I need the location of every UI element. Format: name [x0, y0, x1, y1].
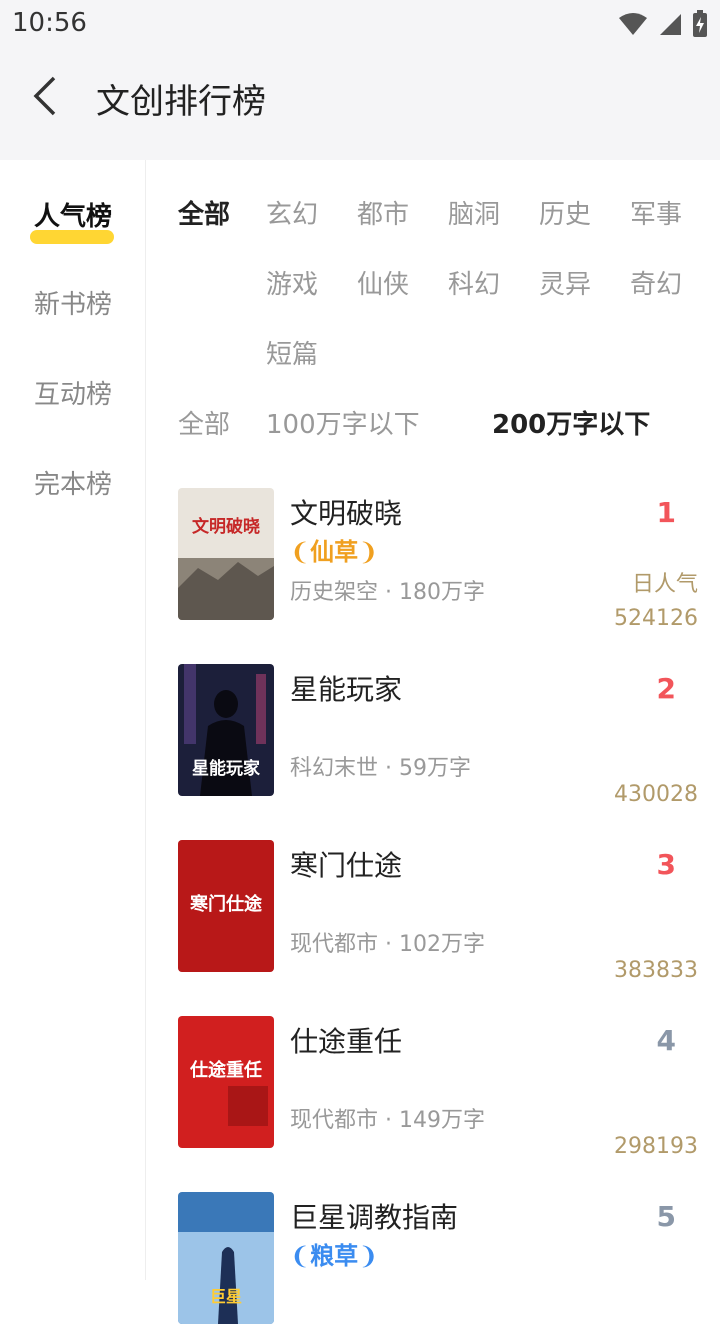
sidebar-item-label: 完本榜 [33, 470, 112, 500]
book-cover: 星能玩家 [178, 664, 274, 796]
laurel-icon: ❩ [358, 1242, 379, 1270]
cover-title: 寒门仕途 [189, 893, 263, 915]
cover-title: 星能玩家 [192, 758, 260, 779]
book-meta: 现代都市 · 149万字 [290, 1108, 485, 1133]
sidebar-item-popularity[interactable]: 人气榜 [0, 196, 146, 256]
sidebar-item-label: 互动榜 [33, 380, 112, 410]
genre-tag[interactable]: 灵异 [539, 264, 591, 301]
page-title: 文创排行榜 [96, 82, 266, 122]
badge-xiancao: ❨仙草❩ [290, 532, 378, 567]
genre-tag[interactable]: 历史 [539, 194, 591, 231]
rank-number: 5 [656, 1200, 676, 1233]
laurel-icon: ❩ [358, 538, 379, 566]
book-item[interactable]: 仕途重任 仕途重任 现代都市 · 149万字 4 298193 [178, 1016, 698, 1159]
badge-label: 粮草 [310, 1242, 359, 1270]
book-item[interactable]: 星能玩家 星能玩家 科幻末世 · 59万字 2 430028 [178, 664, 698, 807]
status-bar: 10:56 [0, 0, 720, 50]
popularity-count: 430028 [614, 782, 698, 807]
laurel-icon: ❨ [290, 1242, 311, 1270]
book-title: 星能玩家 [290, 673, 403, 706]
genre-tag-all[interactable]: 全部 [178, 194, 230, 231]
book-cover: 文明破晓 [178, 488, 274, 620]
status-icons [618, 10, 708, 38]
sidebar-item-interaction[interactable]: 互动榜 [0, 374, 146, 434]
book-cover: 巨星 [178, 1192, 274, 1324]
book-title: 文明破晓 [290, 497, 403, 530]
popularity-label: 日人气 [631, 572, 698, 597]
genre-tag[interactable]: 脑洞 [448, 194, 500, 231]
book-meta: 现代都市 · 102万字 [290, 932, 485, 957]
sidebar-item-label: 人气榜 [33, 202, 112, 232]
sidebar-item-new-books[interactable]: 新书榜 [0, 284, 146, 344]
status-time: 10:56 [12, 8, 87, 38]
battery-icon [693, 10, 707, 37]
book-title: 仕途重任 [290, 1025, 403, 1058]
cover-title: 仕途重任 [189, 1059, 262, 1081]
book-meta: 历史架空 · 180万字 [290, 580, 485, 605]
book-title: 巨星调教指南 [290, 1201, 459, 1234]
sidebar-item-completed[interactable]: 完本榜 [0, 464, 146, 524]
laurel-icon: ❨ [290, 538, 311, 566]
genre-tag[interactable]: 游戏 [266, 264, 318, 301]
genre-tag[interactable]: 科幻 [448, 264, 500, 301]
book-item[interactable]: 文明破晓 文明破晓 ❨仙草❩ 历史架空 · 180万字 1 日人气 524126 [178, 488, 698, 631]
popularity-count: 298193 [614, 1134, 698, 1159]
rank-number: 4 [656, 1024, 676, 1057]
popularity-count: 524126 [614, 606, 698, 631]
length-tag-selected[interactable]: 200万字以下 [492, 404, 650, 441]
sidebar-item-label: 新书榜 [33, 290, 112, 320]
length-tag-all[interactable]: 全部 [178, 404, 230, 441]
signal-icon [660, 14, 681, 35]
main-content: 全部 玄幻 都市 脑洞 历史 军事 游戏 仙侠 科幻 灵异 奇幻 短篇 全部 1… [146, 160, 720, 1324]
length-tag[interactable]: 100万字以下 [266, 404, 420, 441]
book-cover: 寒门仕途 [178, 840, 274, 972]
book-item[interactable]: 寒门仕途 寒门仕途 现代都市 · 102万字 3 383833 [178, 840, 698, 983]
genre-tag[interactable]: 奇幻 [630, 264, 682, 301]
cover-title: 巨星 [210, 1287, 242, 1306]
genre-tag[interactable]: 军事 [630, 194, 682, 231]
active-highlight [30, 230, 114, 244]
popularity-count: 383833 [614, 958, 698, 983]
book-title: 寒门仕途 [290, 849, 403, 882]
badge-liangcao: ❨粮草❩ [290, 1236, 378, 1271]
chevron-left-icon [33, 76, 56, 116]
genre-tag[interactable]: 仙侠 [357, 264, 409, 301]
book-item[interactable]: 巨星 巨星调教指南 ❨粮草❩ 5 [178, 1192, 698, 1332]
book-cover: 仕途重任 [178, 1016, 274, 1148]
cover-title: 文明破晓 [192, 516, 260, 537]
badge-label: 仙草 [310, 538, 359, 566]
wifi-icon [619, 13, 647, 35]
genre-tag[interactable]: 都市 [357, 194, 409, 231]
app-header: 文创排行榜 [0, 50, 720, 160]
rank-number: 1 [656, 496, 676, 529]
genre-tag[interactable]: 玄幻 [266, 194, 318, 231]
rank-number: 3 [656, 848, 676, 881]
rank-number: 2 [656, 672, 676, 705]
genre-tag[interactable]: 短篇 [266, 334, 318, 371]
sidebar: 人气榜 新书榜 互动榜 完本榜 [0, 160, 146, 1280]
back-button[interactable] [28, 74, 68, 118]
book-meta: 科幻末世 · 59万字 [290, 756, 471, 781]
